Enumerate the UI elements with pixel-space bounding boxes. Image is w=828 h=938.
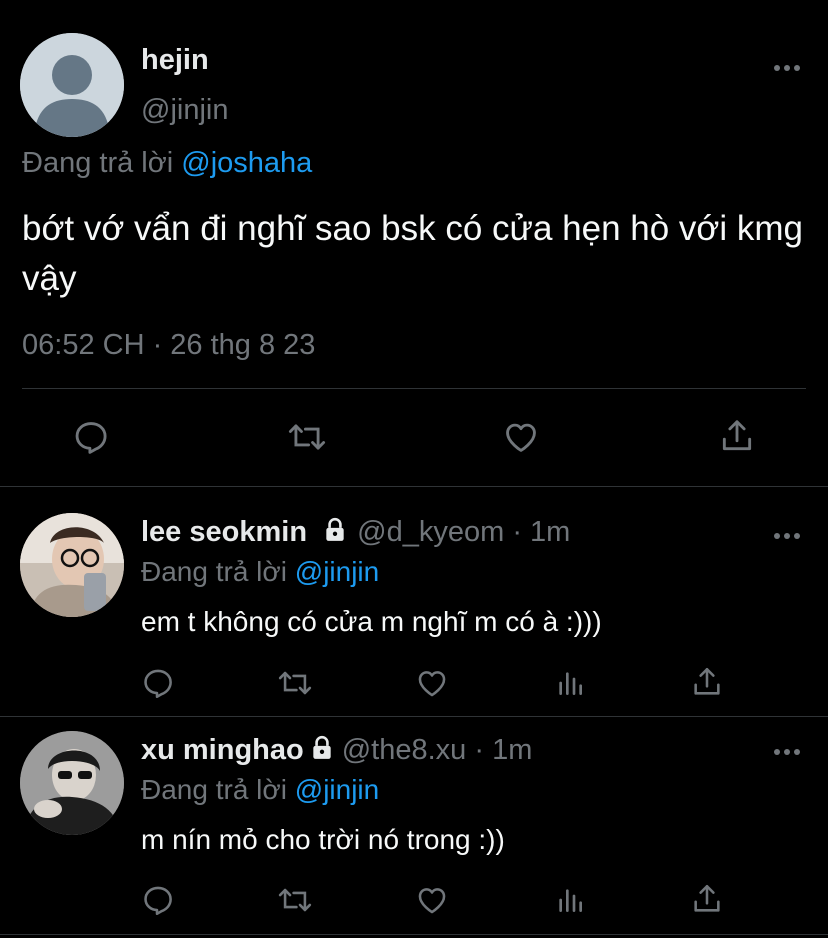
author-handle[interactable]: @jinjin bbox=[141, 94, 228, 127]
heart-icon[interactable] bbox=[414, 666, 450, 700]
divider bbox=[0, 486, 828, 487]
heart-icon[interactable] bbox=[501, 418, 541, 456]
author-name[interactable]: xu minghao bbox=[141, 734, 304, 766]
reply-time[interactable]: · 1m bbox=[504, 516, 570, 548]
replying-to: Đang trả lời @jinjin bbox=[141, 774, 379, 806]
reply-icon[interactable] bbox=[141, 883, 175, 917]
divider bbox=[22, 388, 806, 389]
author-name[interactable]: hejin bbox=[141, 44, 209, 77]
retweet-icon[interactable] bbox=[276, 666, 314, 700]
replying-to-label: Đang trả lời bbox=[22, 147, 174, 179]
replying-to: Đang trả lời @jinjin bbox=[141, 556, 379, 588]
author-handle[interactable]: @the8.xu bbox=[342, 734, 467, 766]
reply-header: lee seokmin @d_kyeom · 1m bbox=[141, 516, 570, 549]
replying-to-link[interactable]: @jinjin bbox=[295, 556, 379, 587]
avatar[interactable] bbox=[20, 513, 124, 617]
author-name[interactable]: lee seokmin bbox=[141, 516, 307, 548]
reply-icon[interactable] bbox=[72, 418, 110, 456]
retweet-icon[interactable] bbox=[276, 883, 314, 917]
replying-to-link[interactable]: @joshaha bbox=[181, 147, 312, 179]
reply-header: xu minghao @the8.xu · 1m bbox=[141, 734, 532, 767]
avatar[interactable] bbox=[20, 731, 124, 835]
lock-icon bbox=[308, 735, 336, 761]
user-photo-icon bbox=[20, 731, 124, 835]
more-icon[interactable] bbox=[772, 740, 802, 764]
avatar-default[interactable] bbox=[20, 33, 124, 137]
default-avatar-icon bbox=[20, 33, 124, 137]
reply-time[interactable]: · 1m bbox=[466, 734, 532, 766]
share-icon[interactable] bbox=[690, 664, 724, 700]
more-icon[interactable] bbox=[772, 524, 802, 548]
replying-to-label: Đang trả lời bbox=[141, 556, 287, 587]
reply-icon[interactable] bbox=[141, 666, 175, 700]
user-photo-icon bbox=[20, 513, 124, 617]
replying-to: Đang trả lời @joshaha bbox=[22, 147, 312, 180]
tweet-text: bớt vớ vẩn đi nghĩ sao bsk có cửa hẹn hò… bbox=[22, 209, 804, 298]
author-handle[interactable]: @d_kyeom bbox=[357, 516, 504, 548]
divider bbox=[0, 934, 828, 935]
reply-text: m nín mỏ cho trời nó trong :)) bbox=[141, 824, 505, 855]
divider bbox=[0, 716, 828, 717]
retweet-icon[interactable] bbox=[286, 418, 328, 456]
reply-text: em t không có cửa m nghĩ m có à :))) bbox=[141, 606, 602, 637]
share-icon[interactable] bbox=[690, 881, 724, 917]
replying-to-label: Đang trả lời bbox=[141, 774, 287, 805]
views-icon[interactable] bbox=[554, 666, 586, 700]
more-icon[interactable] bbox=[772, 56, 802, 80]
replying-to-link[interactable]: @jinjin bbox=[295, 774, 379, 805]
share-icon[interactable] bbox=[718, 416, 756, 456]
views-icon[interactable] bbox=[554, 883, 586, 917]
lock-icon bbox=[321, 517, 349, 543]
heart-icon[interactable] bbox=[414, 883, 450, 917]
tweet-timestamp[interactable]: 06:52 CH · 26 thg 8 23 bbox=[22, 329, 315, 362]
